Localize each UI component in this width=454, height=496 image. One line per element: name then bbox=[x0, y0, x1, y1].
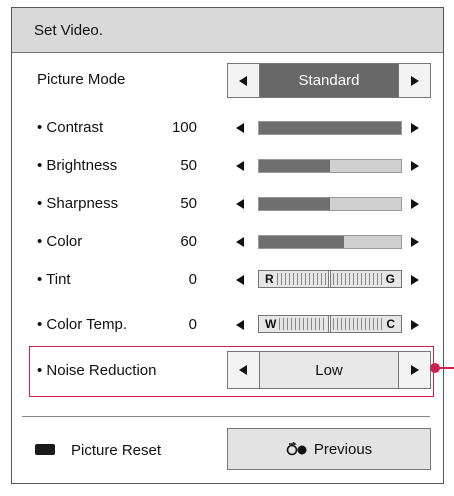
picture-reset-label[interactable]: Picture Reset bbox=[71, 442, 161, 459]
brightness-bar-fill bbox=[259, 160, 330, 172]
color-temp-label: • Color Temp. bbox=[37, 316, 128, 333]
brightness-bar[interactable] bbox=[258, 159, 402, 173]
picture-mode-label: Picture Mode bbox=[37, 71, 126, 88]
picture-mode-value: Standard bbox=[260, 64, 398, 97]
tint-ticks-right bbox=[333, 273, 385, 285]
title-bar: Set Video. bbox=[12, 8, 443, 53]
tint-left-end: R bbox=[265, 272, 274, 286]
sharpness-bar-fill bbox=[259, 198, 330, 210]
picture-mode-prev[interactable] bbox=[228, 64, 260, 97]
brightness-value: 50 bbox=[180, 157, 197, 174]
tint-right-end: G bbox=[385, 272, 395, 286]
right-arrow-icon[interactable] bbox=[411, 199, 419, 209]
color-temp-right-end: C bbox=[386, 317, 395, 331]
callout-line bbox=[440, 367, 454, 369]
color-bar[interactable] bbox=[258, 235, 402, 249]
noise-reduction-prev[interactable] bbox=[228, 352, 260, 388]
color-value: 60 bbox=[180, 233, 197, 250]
right-arrow-icon bbox=[411, 365, 419, 375]
sharpness-value: 50 bbox=[180, 195, 197, 212]
color-temp-value: 0 bbox=[188, 316, 197, 333]
page-title: Set Video. bbox=[34, 22, 103, 39]
color-key-icon bbox=[35, 444, 55, 455]
picture-mode-selector[interactable]: Standard bbox=[227, 63, 431, 98]
noise-reduction-value: Low bbox=[315, 361, 343, 379]
contrast-bar-fill bbox=[259, 122, 401, 134]
contrast-value: 100 bbox=[171, 119, 197, 136]
color-temp-ticks-right bbox=[333, 318, 385, 330]
noise-reduction-next[interactable] bbox=[398, 352, 430, 388]
color-label: • Color bbox=[37, 233, 83, 250]
color-bar-fill bbox=[259, 236, 345, 248]
tint-value: 0 bbox=[188, 271, 197, 288]
right-arrow-icon[interactable] bbox=[411, 320, 419, 330]
tint-balance-bar[interactable]: R G bbox=[258, 270, 402, 288]
picture-mode-next[interactable] bbox=[398, 64, 430, 97]
noise-reduction-label: • Noise Reduction bbox=[37, 362, 157, 379]
return-icon bbox=[286, 442, 307, 456]
left-arrow-icon bbox=[239, 76, 247, 86]
color-temp-ticks-left bbox=[279, 318, 327, 330]
callout-dot bbox=[430, 363, 440, 373]
left-arrow-icon[interactable] bbox=[236, 123, 244, 133]
right-arrow-icon bbox=[411, 76, 419, 86]
noise-reduction-selector[interactable]: Low bbox=[227, 351, 431, 389]
right-arrow-icon[interactable] bbox=[411, 123, 419, 133]
brightness-label: • Brightness bbox=[37, 157, 118, 174]
previous-label: Previous bbox=[313, 440, 373, 458]
right-arrow-icon[interactable] bbox=[411, 161, 419, 171]
left-arrow-icon[interactable] bbox=[236, 275, 244, 285]
color-temp-balance-bar[interactable]: W C bbox=[258, 315, 402, 333]
left-arrow-icon[interactable] bbox=[236, 320, 244, 330]
sharpness-bar[interactable] bbox=[258, 197, 402, 211]
color-temp-center-marker bbox=[328, 316, 331, 332]
tint-center-marker bbox=[328, 271, 331, 287]
divider bbox=[22, 416, 430, 417]
tint-ticks-left bbox=[277, 273, 327, 285]
right-arrow-icon[interactable] bbox=[411, 275, 419, 285]
right-arrow-icon[interactable] bbox=[411, 237, 419, 247]
contrast-label: • Contrast bbox=[37, 119, 104, 136]
tint-label: • Tint bbox=[37, 271, 71, 288]
left-arrow-icon[interactable] bbox=[236, 199, 244, 209]
contrast-bar[interactable] bbox=[258, 121, 402, 135]
color-temp-left-end: W bbox=[265, 317, 277, 331]
previous-button[interactable]: Previous bbox=[227, 428, 431, 470]
sharpness-label: • Sharpness bbox=[37, 195, 119, 212]
left-arrow-icon[interactable] bbox=[236, 161, 244, 171]
left-arrow-icon bbox=[239, 365, 247, 375]
left-arrow-icon[interactable] bbox=[236, 237, 244, 247]
